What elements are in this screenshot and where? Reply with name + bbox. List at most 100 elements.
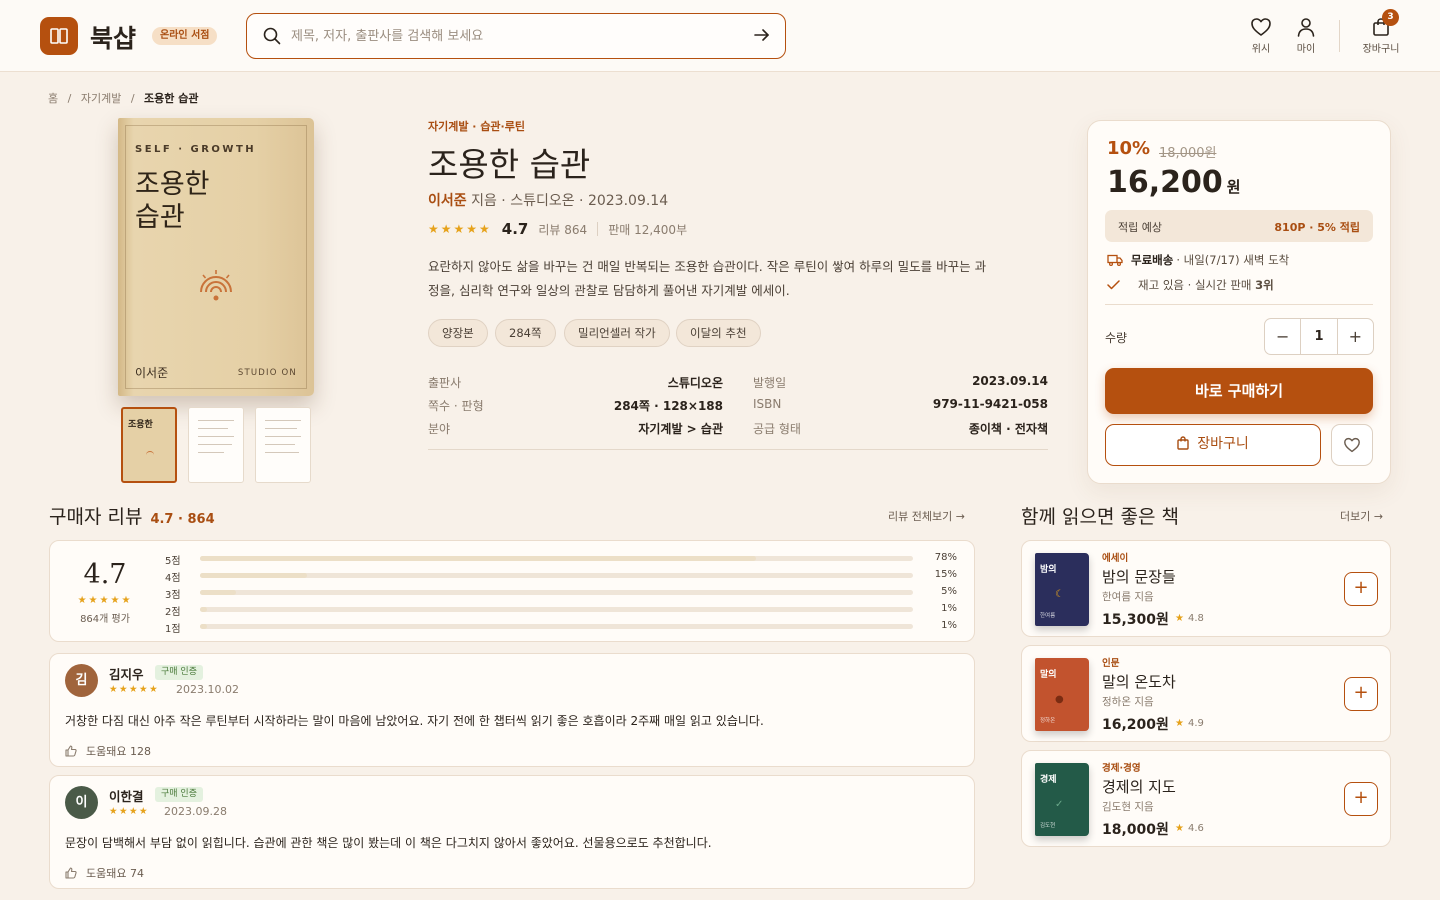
book-author[interactable]: 이서준 [428,193,467,209]
rating-bar-percent: 1% [941,620,957,631]
breadcrumb: 홈 / 자기계발 / 조용한 습관 [48,90,204,106]
speech-bubble-icon: ● [1055,694,1064,705]
wishlist-button[interactable]: 위시 [1248,17,1274,55]
review-card: 이 이한결 구매 인증 ★★★★ 2023.09.28 문장이 담백해서 부담 … [49,775,975,889]
rating-bar-fill [200,590,236,595]
quantity-plus-button[interactable]: + [1338,319,1373,354]
reviews-summary: 4.7 · 864 [150,512,215,527]
recommended-book[interactable]: 밤의 ☾ 한여름 에세이 밤의 문장들 한여름 지음 15,300원 ★ 4.8 + [1021,540,1391,637]
tag-chip[interactable]: 밀리언셀러 작가 [564,319,670,347]
book-rating: ★★★★★ 4.7 리뷰 864 판매 12,400부 [428,220,687,238]
mypage-button[interactable]: 마이 [1293,17,1319,55]
tag-chip[interactable]: 양장본 [428,319,488,347]
recommended-cover[interactable]: 경제 ✓ 김도현 [1035,763,1089,836]
quantity-label: 수량 [1105,331,1128,345]
mypage-label: 마이 [1296,44,1316,55]
rating-bar-track [200,624,913,629]
quantity-value[interactable]: 1 [1300,319,1338,354]
user-icon [1297,18,1315,37]
breadcrumb-current: 조용한 습관 [144,92,199,105]
wishlist-heart-button[interactable] [1331,424,1373,466]
more-recommendations-link[interactable]: 더보기 → [1340,508,1383,524]
rating-bar-row: 4점 15% [165,568,957,584]
spec-row: 쪽수 · 판형 284쪽 · 128×188 [428,399,723,413]
review-card: 김 김지우 구매 인증 ★★★★★ 2023.10.02 거창한 다짐 대신 아… [49,653,975,767]
arrow-right-icon[interactable] [753,26,771,44]
recommendations-heading: 함께 읽으면 좋은 책 [1021,506,1179,528]
rating-bar-track [200,573,913,578]
rating-bar-label: 2점 [165,607,181,618]
rating-bar-row: 5점 78% [165,551,957,567]
recommended-title[interactable]: 말의 온도차 [1102,671,1176,692]
rating-bar-track [200,590,913,595]
rating-summary: 4.7 ★★★★★ 864개 평가 5점 78% 4점 15% 3점 5% 2점 1% 1점 1% [49,540,975,642]
book-category[interactable]: 자기계발 · 습관·루틴 [428,118,525,134]
tag-chip[interactable]: 이달의 추천 [676,319,761,347]
recommended-book[interactable]: 경제 ✓ 김도현 경제·경영 경제의 지도 김도현 지음 18,000원 ★ 4.6 … [1021,750,1391,847]
online-store-badge: 온라인 서점 [152,27,218,45]
search-input[interactable] [291,24,731,48]
buy-now-button[interactable]: 바로 구매하기 [1105,368,1373,414]
brand-name[interactable]: 북샵 [90,19,136,55]
quantity-minus-button[interactable]: − [1265,319,1300,354]
breadcrumb-category[interactable]: 자기계발 [81,92,121,105]
rating-bar-label: 5점 [165,556,181,567]
rating-bar-track [200,607,913,612]
truck-icon [1107,254,1123,266]
header-divider [1339,20,1340,52]
thumbnail-cover[interactable]: 조용한 [121,407,177,483]
recommended-author: 김도현 지음 [1102,801,1154,813]
add-to-cart-plus-button[interactable]: + [1344,782,1378,816]
recommended-rating: ★ 4.6 [1175,823,1204,834]
add-to-cart-plus-button[interactable]: + [1344,572,1378,606]
check-icon [1107,280,1120,290]
review-date: 2023.10.02 [176,683,239,696]
spec-row: ISBN 979-11-9421-058 [753,397,1048,411]
rating-bar-percent: 15% [934,569,957,580]
heart-icon [1344,437,1360,453]
breadcrumb-home[interactable]: 홈 [48,92,58,105]
rating-bar-fill [200,573,307,578]
recommended-price: 18,000원 [1102,822,1169,838]
all-reviews-link[interactable]: 리뷰 전체보기 → [888,508,965,524]
rating-bar-label: 1점 [165,624,181,635]
review-count[interactable]: 리뷰 864 [538,221,587,238]
review-stars: ★★★★ [109,806,150,817]
recommended-title[interactable]: 밤의 문장들 [1102,566,1176,587]
sale-price: 16,200 원 [1107,165,1241,200]
thumbnail-page-2[interactable] [255,407,311,483]
original-price: 18,000원 [1159,146,1217,161]
logo-book-icon[interactable] [40,17,78,55]
helpful-button[interactable]: 도움돼요 74 [65,865,144,881]
cart-button[interactable]: 3 장바구니 [1358,9,1404,55]
average-score: 4.7 [83,559,127,590]
shipping-info: 무료배송 · 내일(7/17) 새벽 도착 [1107,252,1289,268]
rating-bar-row: 2점 1% [165,602,957,618]
top-header: 북샵 온라인 서점 위시 마이 3 장바구니 [0,0,1440,72]
recommended-author: 한여름 지음 [1102,591,1154,603]
add-to-cart-button[interactable]: 장바구니 [1105,424,1321,466]
recommended-cover[interactable]: 밤의 ☾ 한여름 [1035,553,1089,626]
quantity-stepper: − 1 + [1264,318,1374,355]
tag-chip[interactable]: 284쪽 [495,319,556,347]
recommended-cover[interactable]: 말의 ● 정하온 [1035,658,1089,731]
recommended-book[interactable]: 말의 ● 정하온 인문 말의 온도차 정하온 지음 16,200원 ★ 4.9 + [1021,645,1391,742]
add-to-cart-plus-button[interactable]: + [1344,677,1378,711]
rating-bar-label: 3점 [165,590,181,601]
average-stars: ★★★★★ [77,595,133,606]
author-suffix: 지음 [466,193,497,209]
rating-bar-fill [200,624,208,629]
rating-divider [597,222,599,236]
rating-bar-fill [200,556,757,561]
book-cover[interactable]: SELF · GROWTH 조용한 습관 이서준 STUDIO ON [118,118,314,396]
rating-bar-percent: 78% [934,552,957,563]
book-description: 요란하지 않아도 삶을 바꾸는 건 매일 반복되는 조용한 습관이다. 작은 루… [428,259,987,298]
recommended-category: 경제·경영 [1102,763,1141,774]
helpful-button[interactable]: 도움돼요 128 [65,743,151,759]
thumbnail-page-1[interactable] [188,407,244,483]
recommended-author: 정하온 지음 [1102,696,1154,708]
recommended-title[interactable]: 경제의 지도 [1102,776,1176,797]
sunrise-icon [200,270,232,301]
rating-bar-percent: 1% [941,603,957,614]
rating-stars: ★★★★★ [428,222,492,236]
